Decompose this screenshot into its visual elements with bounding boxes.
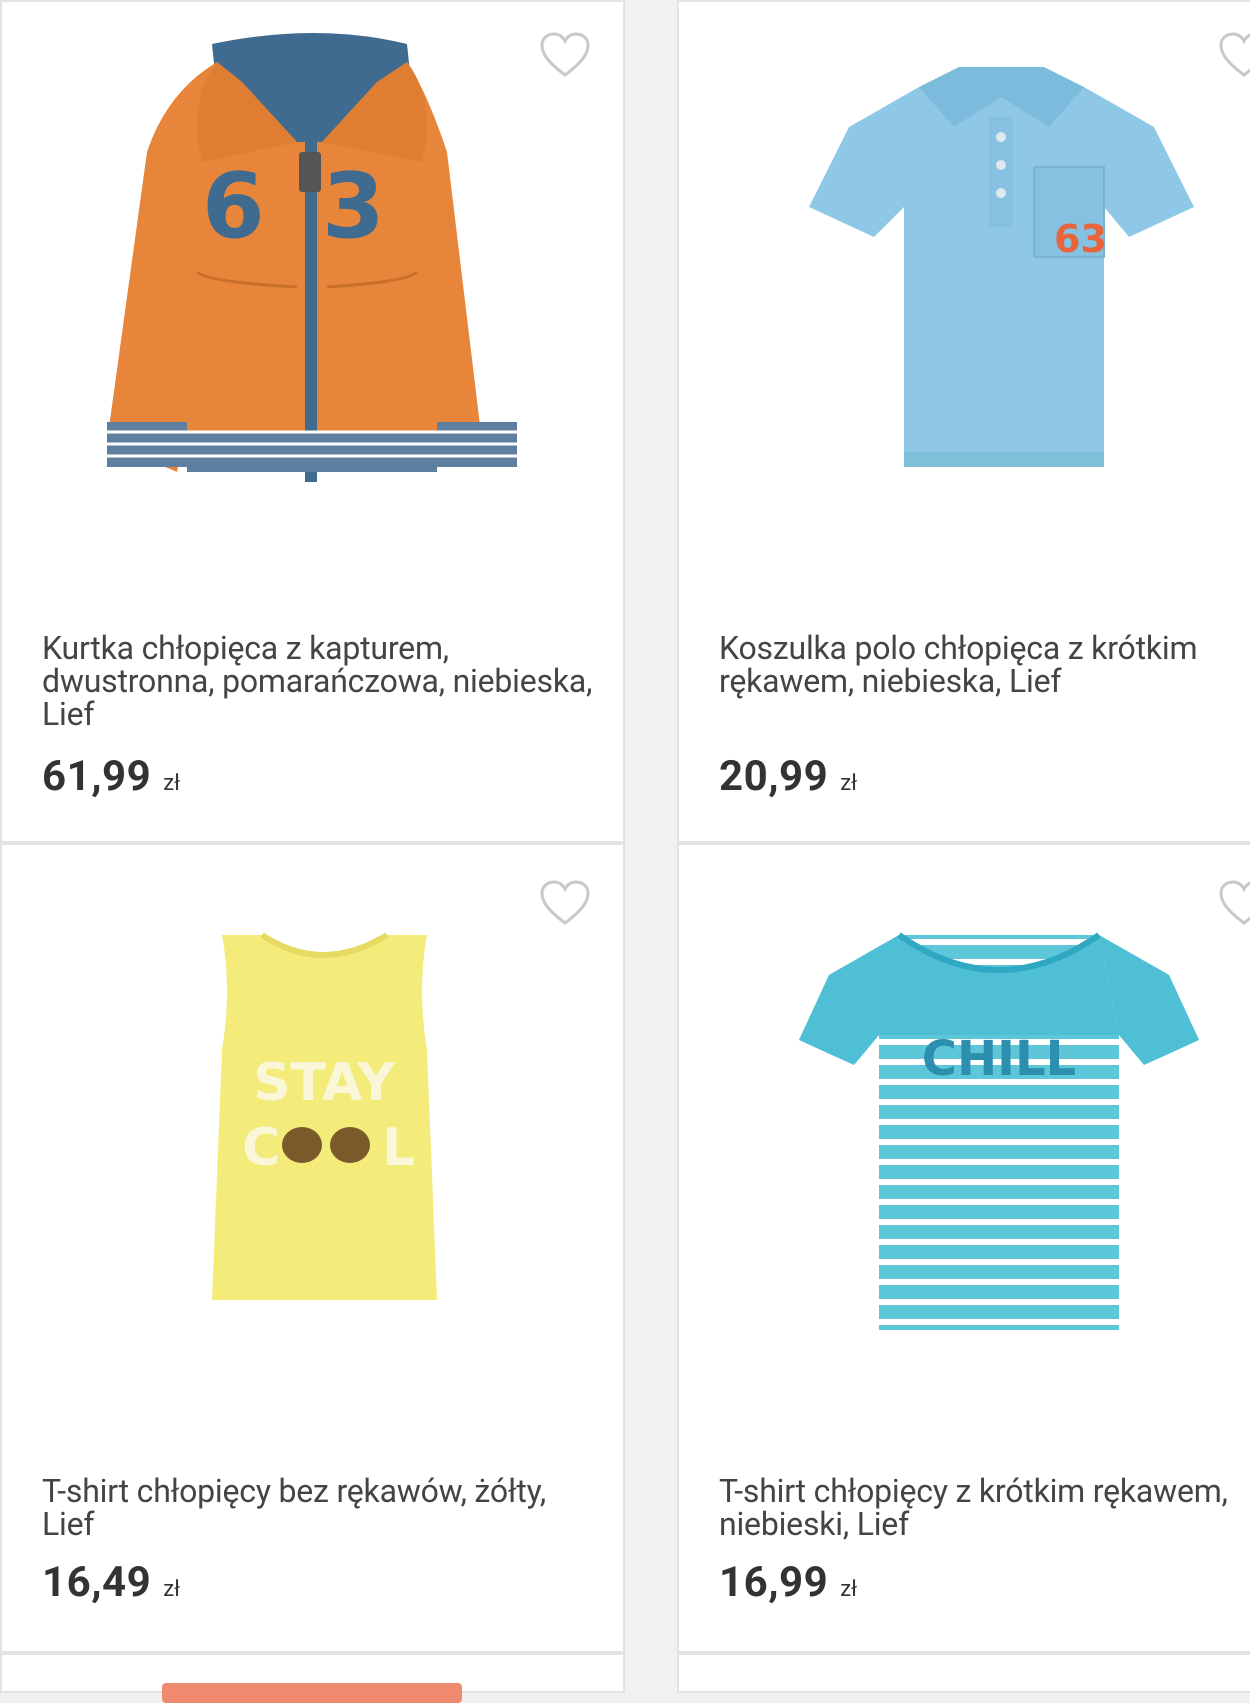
price-value: 16,99 [719, 1558, 829, 1607]
product-image-peek [162, 1683, 462, 1703]
product-card[interactable] [677, 1653, 1250, 1693]
product-card[interactable]: 63 Koszulka polo chłopięca z krótkim ręk… [677, 0, 1250, 843]
product-title[interactable]: T-shirt chłopięcy z krótkim rękawem, nie… [719, 1475, 1250, 1541]
price-value: 20,99 [719, 752, 829, 801]
svg-text:63: 63 [1054, 217, 1107, 261]
svg-text:L: L [382, 1118, 415, 1178]
price-currency: zł [840, 1577, 858, 1602]
svg-text:CHILL: CHILL [922, 1031, 1076, 1087]
price-value: 61,99 [42, 752, 152, 801]
svg-text:C: C [242, 1118, 280, 1178]
price-currency: zł [163, 771, 181, 796]
product-card[interactable] [0, 1653, 625, 1703]
product-title[interactable]: Koszulka polo chłopięca z krótkim rękawe… [719, 632, 1250, 698]
yellow-tank-image[interactable]: STAY C L [202, 930, 447, 1310]
favorite-heart-icon[interactable] [540, 880, 590, 926]
svg-text:STAY: STAY [253, 1053, 396, 1113]
favorite-heart-icon[interactable] [1219, 32, 1250, 78]
product-price: 16,49 zł [42, 1558, 180, 1607]
price-currency: zł [840, 771, 858, 796]
product-price: 61,99 zł [42, 752, 180, 801]
product-price: 20,99 zł [719, 752, 857, 801]
blue-polo-image[interactable]: 63 [809, 57, 1199, 487]
product-card[interactable]: STAY C L T-shirt chłopięcy bez rękawów, … [0, 843, 625, 1653]
price-value: 16,49 [42, 1558, 152, 1607]
product-title[interactable]: T-shirt chłopięcy bez rękawów, żółty, Li… [42, 1475, 603, 1541]
product-price: 16,99 zł [719, 1558, 857, 1607]
svg-text:3: 3 [322, 154, 385, 259]
product-card[interactable]: CHILL T-shirt chłopięcy z krótkim rękawe… [677, 843, 1250, 1653]
price-currency: zł [163, 1577, 181, 1602]
orange-hoodie-image[interactable]: 6 3 [107, 32, 527, 482]
favorite-heart-icon[interactable] [540, 32, 590, 78]
product-card[interactable]: 6 3 Kurtka chłopięca z kapturem, dwustro… [0, 0, 625, 843]
svg-text:6: 6 [202, 154, 265, 259]
striped-tshirt-image[interactable]: CHILL [799, 925, 1199, 1345]
product-title[interactable]: Kurtka chłopięca z kapturem, dwustronna,… [42, 632, 603, 731]
favorite-heart-icon[interactable] [1219, 880, 1250, 926]
